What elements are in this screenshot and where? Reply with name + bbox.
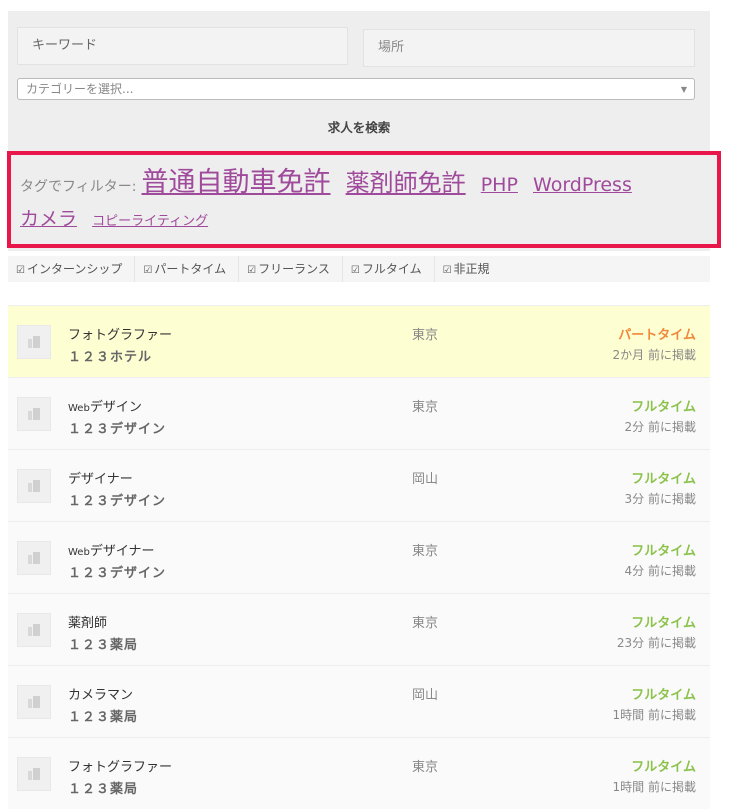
job-location: 東京 [412, 760, 439, 775]
tag-filter-label: タグでフィルター: [20, 179, 137, 195]
company-name: １２３薬局 [68, 782, 139, 797]
job-type-badge: フルタイム [631, 400, 696, 415]
company-name: １２３薬局 [68, 638, 139, 653]
company-logo-placeholder-icon [17, 397, 51, 431]
job-listing[interactable]: Webデザイナー １２３デザイン 東京 フルタイム 4分 前に掲載 [8, 521, 710, 593]
checkbox-checked-icon[interactable]: ☑ [351, 265, 360, 276]
company-name: １２３ホテル [68, 350, 153, 365]
posted-date: 4分 前に掲載 [624, 564, 696, 578]
company-logo-placeholder-icon [17, 541, 51, 575]
tag-drivers-license[interactable]: 普通自動車免許 [142, 167, 331, 198]
job-title[interactable]: Webデザイン [68, 396, 142, 415]
posted-date: 23分 前に掲載 [616, 636, 696, 650]
job-listings: フォトグラファー １２３ホテル 東京 パートタイム 2か月 前に掲載 Webデザ… [8, 305, 710, 809]
posted-date: 3分 前に掲載 [624, 492, 696, 506]
job-listing[interactable]: デザイナー １２３デザイン 岡山 フルタイム 3分 前に掲載 [8, 449, 710, 521]
job-location: 東京 [412, 544, 439, 559]
checkbox-checked-icon[interactable]: ☑ [443, 265, 452, 276]
tag-camera[interactable]: カメラ [20, 208, 77, 230]
checkbox-checked-icon[interactable]: ☑ [143, 265, 152, 276]
job-listing[interactable]: 薬剤師 １２３薬局 東京 フルタイム 23分 前に掲載 [8, 593, 710, 665]
posted-date: 1時間 前に掲載 [612, 708, 696, 722]
company-name: １２３デザイン [68, 566, 167, 581]
job-location: 東京 [412, 328, 439, 343]
job-location: 岡山 [412, 688, 439, 703]
checkbox-checked-icon[interactable]: ☑ [247, 265, 256, 276]
company-name: １２３デザイン [68, 422, 167, 437]
tag-pharmacist-license[interactable]: 薬剤師免許 [346, 169, 466, 197]
job-listing[interactable]: カメラマン １２３薬局 岡山 フルタイム 1時間 前に掲載 [8, 665, 710, 737]
job-listing[interactable]: フォトグラファー １２３薬局 東京 フルタイム 1時間 前に掲載 [8, 737, 710, 809]
filter-part-time[interactable]: ☑ パートタイム [135, 256, 240, 282]
filter-freelance[interactable]: ☑ フリーランス [239, 256, 343, 282]
chevron-down-icon: ▼ [680, 85, 687, 94]
job-title[interactable]: カメラマン [68, 684, 133, 703]
company-logo-placeholder-icon [17, 469, 51, 503]
tag-copywriting[interactable]: コピーライティング [92, 214, 208, 229]
search-jobs-button[interactable]: 求人を検索 [8, 117, 710, 136]
filter-internship[interactable]: ☑ インターンシップ [8, 256, 136, 282]
company-logo-placeholder-icon [17, 685, 51, 719]
company-logo-placeholder-icon [17, 325, 51, 359]
posted-date: 2分 前に掲載 [624, 420, 696, 434]
job-type-badge: パートタイム [618, 328, 696, 343]
checkbox-checked-icon[interactable]: ☑ [16, 265, 25, 276]
job-type-badge: フルタイム [631, 544, 696, 559]
filter-full-time[interactable]: ☑ フルタイム [343, 256, 435, 282]
company-logo-placeholder-icon [17, 613, 51, 647]
job-type-filters: ☑ インターンシップ ☑ パートタイム ☑ フリーランス ☑ フルタイム ☑ 非正規 [8, 256, 710, 282]
keyword-input[interactable]: キーワード [17, 27, 348, 65]
job-listing[interactable]: フォトグラファー １２３ホテル 東京 パートタイム 2か月 前に掲載 [8, 305, 710, 377]
job-location: 岡山 [412, 472, 439, 487]
job-type-badge: フルタイム [631, 760, 696, 775]
filter-non-regular[interactable]: ☑ 非正規 [435, 256, 502, 282]
job-type-badge: フルタイム [631, 472, 696, 487]
category-select-value: カテゴリーを選択... [26, 82, 134, 96]
tag-filter-box: タグでフィルター: 普通自動車免許 薬剤師免許 PHP WordPress カメ… [7, 151, 721, 248]
job-location: 東京 [412, 616, 439, 631]
job-type-badge: フルタイム [631, 616, 696, 631]
company-name: １２３デザイン [68, 494, 167, 509]
tag-php[interactable]: PHP [481, 174, 518, 196]
posted-date: 1時間 前に掲載 [612, 780, 696, 794]
job-title[interactable]: Webデザイナー [68, 540, 155, 559]
job-title[interactable]: フォトグラファー [68, 756, 172, 775]
company-name: １２３薬局 [68, 710, 139, 725]
tag-wordpress[interactable]: WordPress [533, 174, 632, 196]
job-location: 東京 [412, 400, 439, 415]
job-title[interactable]: デザイナー [68, 468, 133, 487]
job-title[interactable]: 薬剤師 [68, 612, 107, 631]
posted-date: 2か月 前に掲載 [612, 348, 696, 362]
company-logo-placeholder-icon [17, 757, 51, 791]
job-title[interactable]: フォトグラファー [68, 324, 172, 343]
category-select[interactable]: カテゴリーを選択... ▼ [17, 78, 695, 100]
job-listing[interactable]: Webデザイン １２３デザイン 東京 フルタイム 2分 前に掲載 [8, 377, 710, 449]
location-input[interactable]: 場所 [363, 29, 695, 67]
job-type-badge: フルタイム [631, 688, 696, 703]
